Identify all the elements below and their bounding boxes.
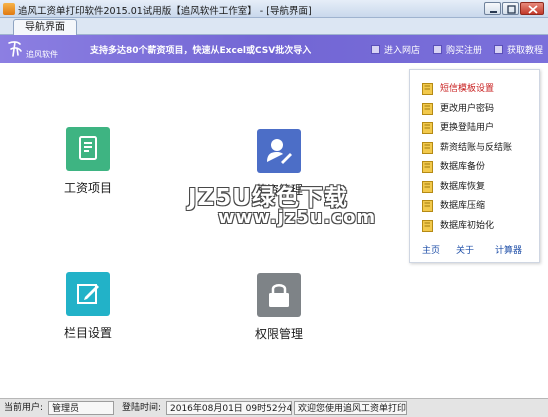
menu-item-db-restore[interactable]: 数据库恢复	[422, 180, 537, 194]
shop-icon	[371, 45, 380, 54]
edit-icon	[66, 272, 110, 316]
folder-icon	[422, 181, 433, 193]
folder-icon	[422, 83, 433, 95]
calculator-link[interactable]: 计算器	[495, 243, 522, 256]
login-time-label: 登陆时间:	[122, 403, 162, 413]
buy-register-link[interactable]: 购买注册	[433, 43, 482, 56]
close-button[interactable]	[520, 2, 544, 15]
home-link[interactable]: 主页	[422, 243, 440, 256]
document-icon	[66, 127, 110, 171]
enter-shop-link[interactable]: 进入网店	[371, 43, 420, 56]
folder-icon	[422, 200, 433, 212]
menu-item-salary-closing[interactable]: 薪资结账与反结账	[422, 141, 537, 155]
folder-icon	[422, 161, 433, 173]
folder-icon	[422, 103, 433, 115]
lock-icon	[257, 273, 301, 317]
user-edit-icon	[257, 129, 301, 173]
tile-label: 工资项目	[63, 181, 112, 195]
current-user-value: 管理员	[48, 401, 114, 415]
folder-icon	[422, 142, 433, 154]
folder-icon	[422, 220, 433, 232]
folder-icon	[422, 122, 433, 134]
tab-navigation[interactable]: 导航界面	[13, 19, 77, 35]
tile-label: 栏目设置	[63, 326, 112, 340]
minimize-icon	[490, 11, 497, 13]
main-area: 工资项目 薪资管理 栏目设置 权限管理 JZ5U绿色下载 www.jz5u.co…	[0, 63, 548, 398]
tile-wage-items[interactable]: 工资项目	[58, 127, 118, 196]
menu-item-db-compress[interactable]: 数据库压缩	[422, 199, 537, 213]
tab-strip: 导航界面	[0, 18, 548, 35]
status-bar: 当前用户: 管理员 登陆时间: 2016年08月01日 09时52分41秒 欢迎…	[0, 398, 548, 417]
quick-menu-panel: 短信模板设置 更改用户密码 更换登陆用户 薪资结账与反结账 数据库备份 数据库恢…	[409, 69, 540, 263]
header-banner: 追风软件 支持多达80个薪资项目，快速从Excel或CSV批次导入 进入网店 购…	[0, 35, 548, 63]
menu-item-sms-template[interactable]: 短信模板设置	[422, 82, 537, 96]
close-icon	[528, 5, 538, 14]
current-user-label: 当前用户:	[4, 403, 44, 413]
about-link[interactable]: 关于	[456, 243, 474, 256]
app-icon	[3, 3, 15, 15]
login-time-value: 2016年08月01日 09时52分41秒	[166, 401, 292, 415]
tile-column-settings[interactable]: 栏目设置	[58, 272, 118, 341]
menu-item-switch-user[interactable]: 更换登陆用户	[422, 121, 537, 135]
menu-item-change-password[interactable]: 更改用户密码	[422, 102, 537, 116]
register-icon	[433, 45, 442, 54]
watermark-url: www.jz5u.com	[218, 207, 377, 228]
maximize-button[interactable]	[502, 2, 519, 15]
maximize-icon	[507, 5, 516, 14]
tile-label: 权限管理	[254, 327, 303, 341]
logo-icon	[8, 41, 22, 57]
welcome-message: 欢迎您使用追风工资单打印软	[294, 401, 407, 415]
title-bar: 追风工资单打印软件2015.01试用版【追风软件工作室】 - [导航界面]	[0, 0, 548, 18]
window-title: 追风工资单打印软件2015.01试用版【追风软件工作室】 - [导航界面]	[18, 6, 312, 17]
menu-item-db-init[interactable]: 数据库初始化	[422, 219, 537, 233]
minimize-button[interactable]	[484, 2, 501, 15]
menu-item-db-backup[interactable]: 数据库备份	[422, 160, 537, 174]
get-tutorial-link[interactable]: 获取教程	[494, 43, 543, 56]
tile-permission-management[interactable]: 权限管理	[247, 273, 311, 342]
header-slogan: 支持多达80个薪资项目，快速从Excel或CSV批次导入	[90, 46, 312, 56]
tutorial-icon	[494, 45, 503, 54]
logo-text: 追风软件	[26, 50, 58, 59]
